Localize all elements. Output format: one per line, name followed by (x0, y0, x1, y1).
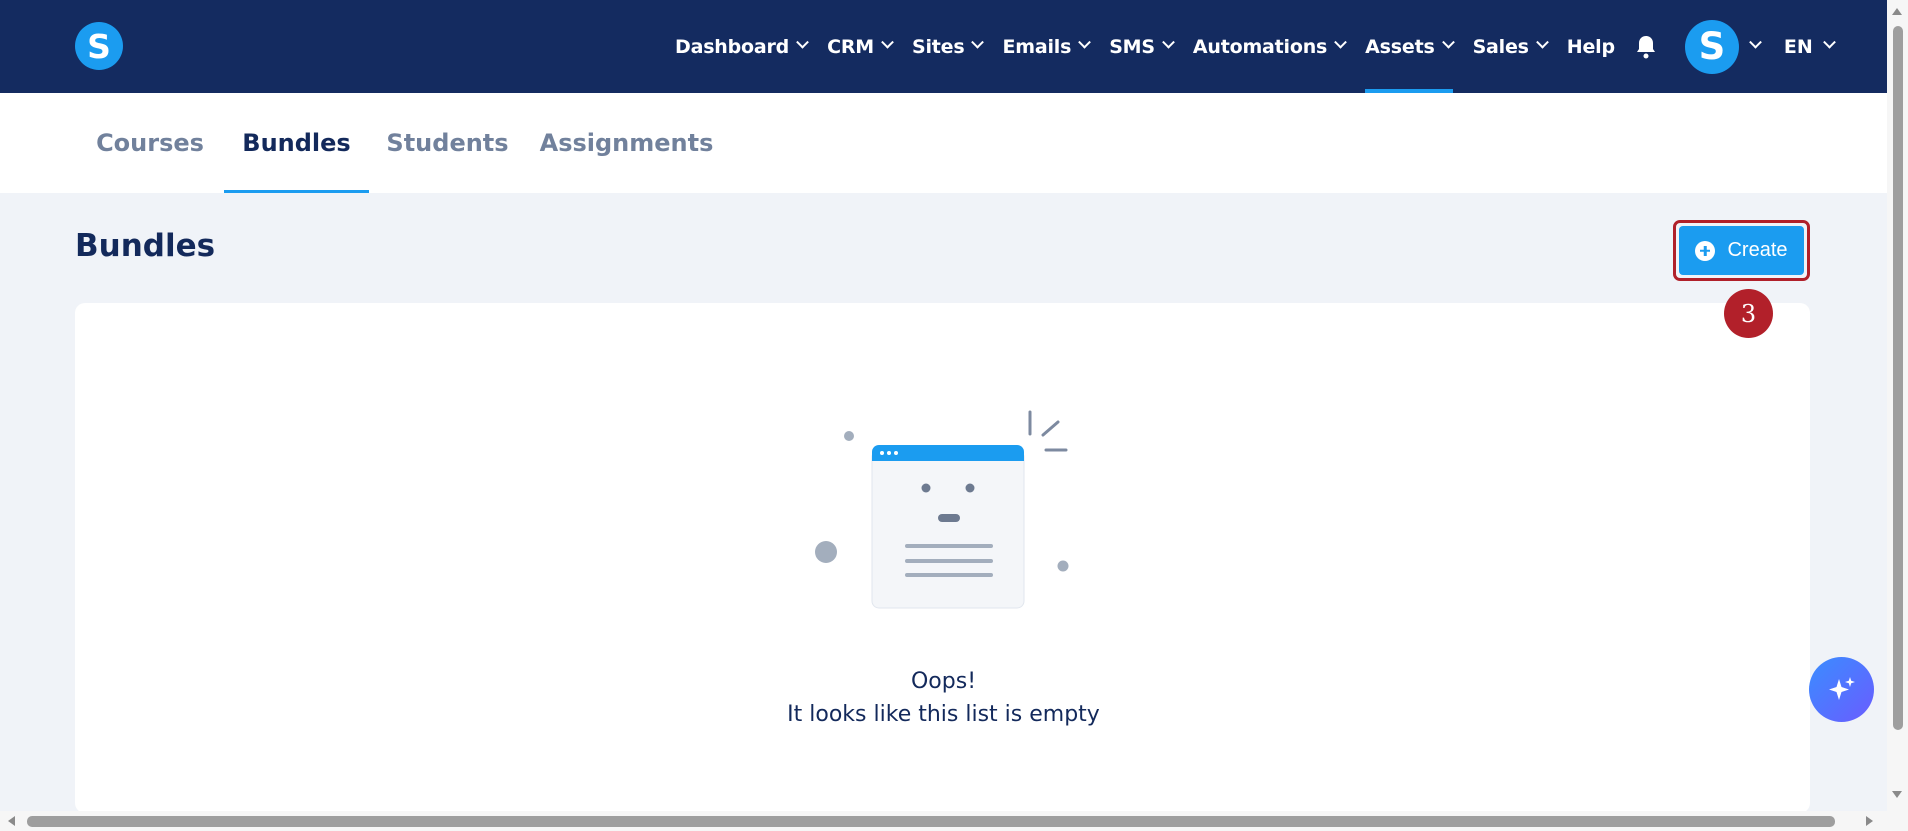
language-selector[interactable]: EN (1783, 35, 1836, 58)
empty-list-illustration (815, 410, 1069, 609)
empty-state-subtitle: It looks like this list is empty (787, 702, 1100, 727)
nav-sales-label: Sales (1472, 35, 1529, 58)
nav-dashboard[interactable]: Dashboard (675, 0, 809, 93)
tab-students-label: Students (386, 129, 509, 157)
scroll-down-arrow-icon[interactable] (1892, 791, 1902, 798)
chevron-down-icon (1535, 35, 1549, 49)
chevron-down-icon (1078, 35, 1092, 49)
nav-assets-label: Assets (1365, 35, 1435, 58)
chevron-down-icon (1334, 35, 1348, 49)
nav-sites-label: Sites (911, 35, 965, 58)
app-logo[interactable]: S (75, 22, 123, 70)
sparkle-icon (1828, 676, 1855, 700)
chevron-down-icon (1441, 35, 1455, 49)
horizontal-scroll-thumb[interactable] (27, 816, 1835, 827)
chevron-down-icon[interactable] (1749, 35, 1762, 49)
nav-assets[interactable]: Assets (1365, 0, 1455, 93)
main-nav: Dashboard CRM Sites Emails SMS Automatio… (675, 0, 1836, 93)
nav-sms-label: SMS (1109, 35, 1155, 58)
vertical-scroll-thumb[interactable] (1893, 26, 1903, 730)
language-label: EN (1783, 35, 1813, 58)
plus-circle-icon (1695, 240, 1716, 261)
nav-crm[interactable]: CRM (827, 0, 894, 93)
scroll-right-arrow-icon[interactable] (1866, 816, 1873, 826)
nav-crm-label: CRM (827, 35, 874, 58)
nav-emails[interactable]: Emails (1002, 0, 1092, 93)
sub-tabs: Courses Bundles Students Assignments (0, 93, 1887, 193)
chevron-down-icon (1822, 35, 1836, 49)
nav-dashboard-label: Dashboard (675, 35, 790, 58)
chevron-down-icon (796, 35, 809, 49)
nav-automations-label: Automations (1192, 35, 1328, 58)
logo-letter: S (87, 26, 111, 66)
nav-sms[interactable]: SMS (1109, 0, 1175, 93)
tab-bundles[interactable]: Bundles (224, 93, 369, 193)
create-button-inner[interactable]: Create (1679, 226, 1804, 275)
tab-assignments-label: Assignments (539, 129, 714, 157)
empty-state-title: Oops! (910, 669, 977, 694)
step-number-badge: 3 (1724, 289, 1773, 338)
nav-emails-label: Emails (1002, 35, 1072, 58)
ai-assistant-button[interactable] (1809, 657, 1874, 722)
nav-sites[interactable]: Sites (911, 0, 985, 93)
horizontal-scrollbar[interactable] (0, 811, 1908, 831)
create-button[interactable]: Create (1673, 220, 1810, 281)
avatar-letter: S (1698, 25, 1726, 68)
scroll-up-arrow-icon[interactable] (1892, 8, 1902, 15)
tab-courses[interactable]: Courses (95, 93, 205, 193)
scroll-left-arrow-icon[interactable] (8, 816, 15, 826)
empty-state-message: Oops! It looks like this list is empty (0, 665, 1887, 731)
nav-help[interactable]: Help (1567, 0, 1615, 93)
tab-assignments[interactable]: Assignments (540, 93, 714, 193)
chevron-down-icon (1162, 35, 1175, 49)
chevron-down-icon (881, 35, 894, 49)
nav-automations[interactable]: Automations (1192, 0, 1348, 93)
tab-students[interactable]: Students (386, 93, 509, 193)
user-avatar[interactable]: S (1684, 19, 1739, 74)
nav-sales[interactable]: Sales (1472, 0, 1549, 93)
chevron-down-icon (971, 35, 985, 49)
nav-help-label: Help (1566, 35, 1615, 58)
top-navigation-bar: S Dashboard CRM Sites Emails SMS Automat… (0, 0, 1887, 93)
tab-courses-label: Courses (96, 129, 204, 157)
bell-icon[interactable] (1635, 35, 1657, 59)
vertical-scrollbar[interactable] (1887, 0, 1908, 811)
page-title: Bundles (75, 228, 216, 264)
create-button-label: Create (1727, 239, 1788, 261)
tab-bundles-label: Bundles (242, 129, 351, 157)
